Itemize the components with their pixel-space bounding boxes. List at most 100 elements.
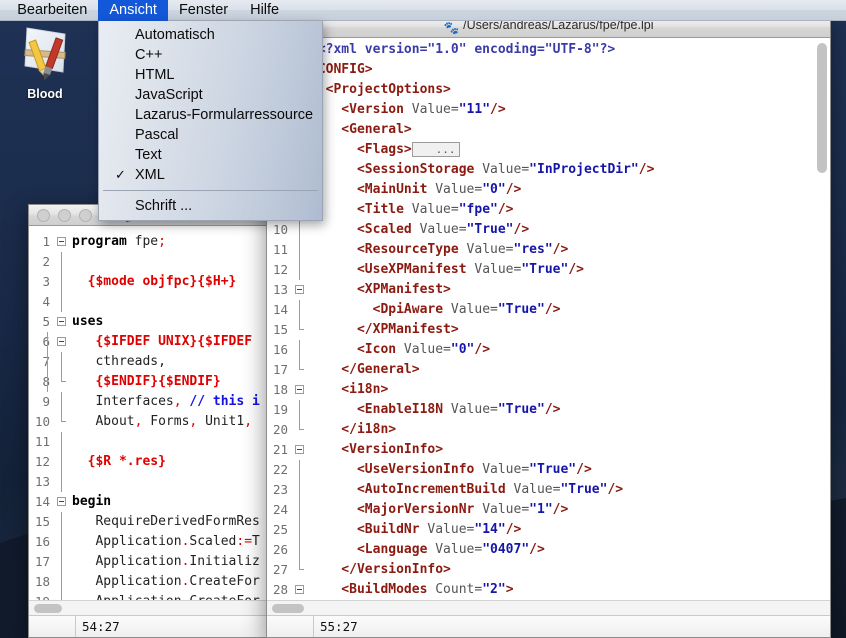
xml-editor-window[interactable]: 🐾/Users/andreas/Lazarus/fpe/fpe.lpi 1 <?…: [266, 16, 831, 638]
line-number: 12: [29, 452, 55, 472]
fold-line: [299, 260, 300, 280]
menu-item-label: HTML: [135, 67, 174, 83]
pascal-hscroll-thumb[interactable]: [34, 604, 62, 613]
menu-item-text[interactable]: Text: [99, 145, 322, 165]
menu-bar[interactable]: iBearbeitenAnsichtFensterHilfe: [0, 0, 846, 21]
fold-gutter-cell: [293, 460, 308, 480]
line-number: 4: [29, 292, 55, 312]
fold-collapse-icon[interactable]: [295, 585, 304, 594]
xml-vertical-scrollbar[interactable]: [815, 39, 829, 600]
line-number: 5: [29, 312, 55, 332]
line-number: 28: [267, 580, 293, 600]
code-line: 5uses: [29, 312, 260, 332]
menu-item-schrift[interactable]: Schrift ...: [99, 196, 322, 216]
fold-line: [299, 340, 300, 360]
menubar-item-bearbeiten[interactable]: Bearbeiten: [6, 0, 98, 21]
code-line: 1 <?xml version="1.0" encoding="UTF-8"?>: [267, 40, 780, 60]
xml-horizontal-scrollbar[interactable]: [267, 600, 830, 616]
code-text: <EnableI18N Value="True"/>: [308, 400, 780, 420]
line-number: 24: [267, 500, 293, 520]
code-text: <Version Value="11"/>: [308, 100, 780, 120]
fold-gutter-cell: [55, 572, 70, 592]
fold-line-outer: [47, 332, 48, 352]
code-line: 21 <VersionInfo>: [267, 440, 780, 460]
desktop-icon-label: Blood: [6, 87, 84, 101]
line-number: 20: [267, 420, 293, 440]
fold-line: [61, 452, 62, 472]
xml-vscroll-thumb[interactable]: [817, 43, 827, 173]
fold-line: [299, 520, 300, 540]
line-number: 15: [267, 320, 293, 340]
line-number: 3: [29, 272, 55, 292]
xml-code-area[interactable]: 1 <?xml version="1.0" encoding="UTF-8"?>…: [267, 38, 814, 637]
menu-item-label: C++: [135, 47, 162, 63]
line-number: 17: [29, 552, 55, 572]
menu-item-javascript[interactable]: JavaScript: [99, 85, 322, 105]
fold-collapse-icon[interactable]: [295, 445, 304, 454]
code-text: {$IFDEF UNIX}{$IFDEF: [70, 332, 260, 352]
document-app-icon: [13, 22, 77, 86]
code-text: <ResourceType Value="res"/>: [308, 240, 780, 260]
fold-line: [299, 220, 300, 240]
fold-gutter-cell: [293, 380, 308, 400]
xml-hscroll-thumb[interactable]: [272, 604, 304, 613]
code-line: 3 {$mode objfpc}{$H+}: [29, 272, 260, 292]
code-text: cthreads,: [70, 352, 260, 372]
fold-collapse-icon[interactable]: [57, 237, 66, 246]
ansicht-dropdown-menu[interactable]: Automatisch C++ HTML JavaScriptLazarus-Form…: [98, 21, 323, 221]
code-line: 5 <General>: [267, 120, 780, 140]
code-line: 12 <UseXPManifest Value="True"/>: [267, 260, 780, 280]
code-text: Application.Initializ: [70, 552, 260, 572]
code-line: 15 RequireDerivedFormRes: [29, 512, 260, 532]
menu-item-pascal[interactable]: Pascal: [99, 125, 322, 145]
code-line: 2: [29, 252, 260, 272]
code-text: <XPManifest>: [308, 280, 780, 300]
pascal-editor-window[interactable]: 🐾/Users/andreas/ 1program fpe;23 {$mode …: [28, 204, 273, 638]
fold-line: [61, 472, 62, 492]
xml-status-bar: 55:27: [267, 615, 830, 637]
pascal-code-area[interactable]: 1program fpe;23 {$mode objfpc}{$H+}45use…: [29, 226, 272, 637]
menu-item-lazarus-formularressource[interactable]: Lazarus-Formularressource: [99, 105, 322, 125]
menubar-item-fenster[interactable]: Fenster: [168, 0, 239, 21]
fold-collapse-icon[interactable]: [57, 337, 66, 346]
fold-gutter-cell: [293, 560, 308, 580]
fold-collapse-icon[interactable]: [295, 285, 304, 294]
line-number: 26: [267, 540, 293, 560]
code-line: 1program fpe;: [29, 232, 260, 252]
fold-collapse-icon[interactable]: [57, 497, 66, 506]
menu-item-html[interactable]: HTML: [99, 65, 322, 85]
code-line: 17 Application.Initializ: [29, 552, 260, 572]
code-line: 12 {$R *.res}: [29, 452, 260, 472]
code-text: <General>: [308, 120, 780, 140]
fold-line: [299, 540, 300, 560]
code-text: <MajorVersionNr Value="1"/>: [308, 500, 780, 520]
code-text: </i18n>: [308, 420, 780, 440]
menubar-item-ansicht[interactable]: Ansicht: [98, 0, 168, 21]
desktop-icon-blood[interactable]: Blood: [6, 22, 84, 101]
menubar-item-hilfe[interactable]: Hilfe: [239, 0, 290, 21]
fold-line: [61, 552, 62, 572]
code-line: 22 <UseVersionInfo Value="True"/>: [267, 460, 780, 480]
code-line: 18 <i18n>: [267, 380, 780, 400]
fold-gutter-cell: [293, 220, 308, 240]
fold-line: [61, 572, 62, 592]
code-line: 14 <DpiAware Value="True"/>: [267, 300, 780, 320]
code-text: begin: [70, 492, 260, 512]
code-text: <Language Value="0407"/>: [308, 540, 780, 560]
fold-collapse-icon[interactable]: [295, 385, 304, 394]
line-number: 18: [29, 572, 55, 592]
fold-gutter-cell: [293, 420, 308, 440]
menu-item-xml[interactable]: ✓XML: [99, 165, 322, 185]
fold-collapse-icon[interactable]: [57, 317, 66, 326]
line-number: 25: [267, 520, 293, 540]
fold-gutter-cell: [293, 500, 308, 520]
menu-item-c-[interactable]: C++: [99, 45, 322, 65]
fold-gutter-cell: [55, 472, 70, 492]
code-line: 11 <ResourceType Value="res"/>: [267, 240, 780, 260]
line-number: 14: [29, 492, 55, 512]
fold-end-marker: [299, 360, 300, 370]
code-text: </XPManifest>: [308, 320, 780, 340]
pascal-horizontal-scrollbar[interactable]: [29, 600, 272, 616]
fold-gutter-cell: [293, 300, 308, 320]
menu-item-automatisch[interactable]: Automatisch: [99, 25, 322, 45]
